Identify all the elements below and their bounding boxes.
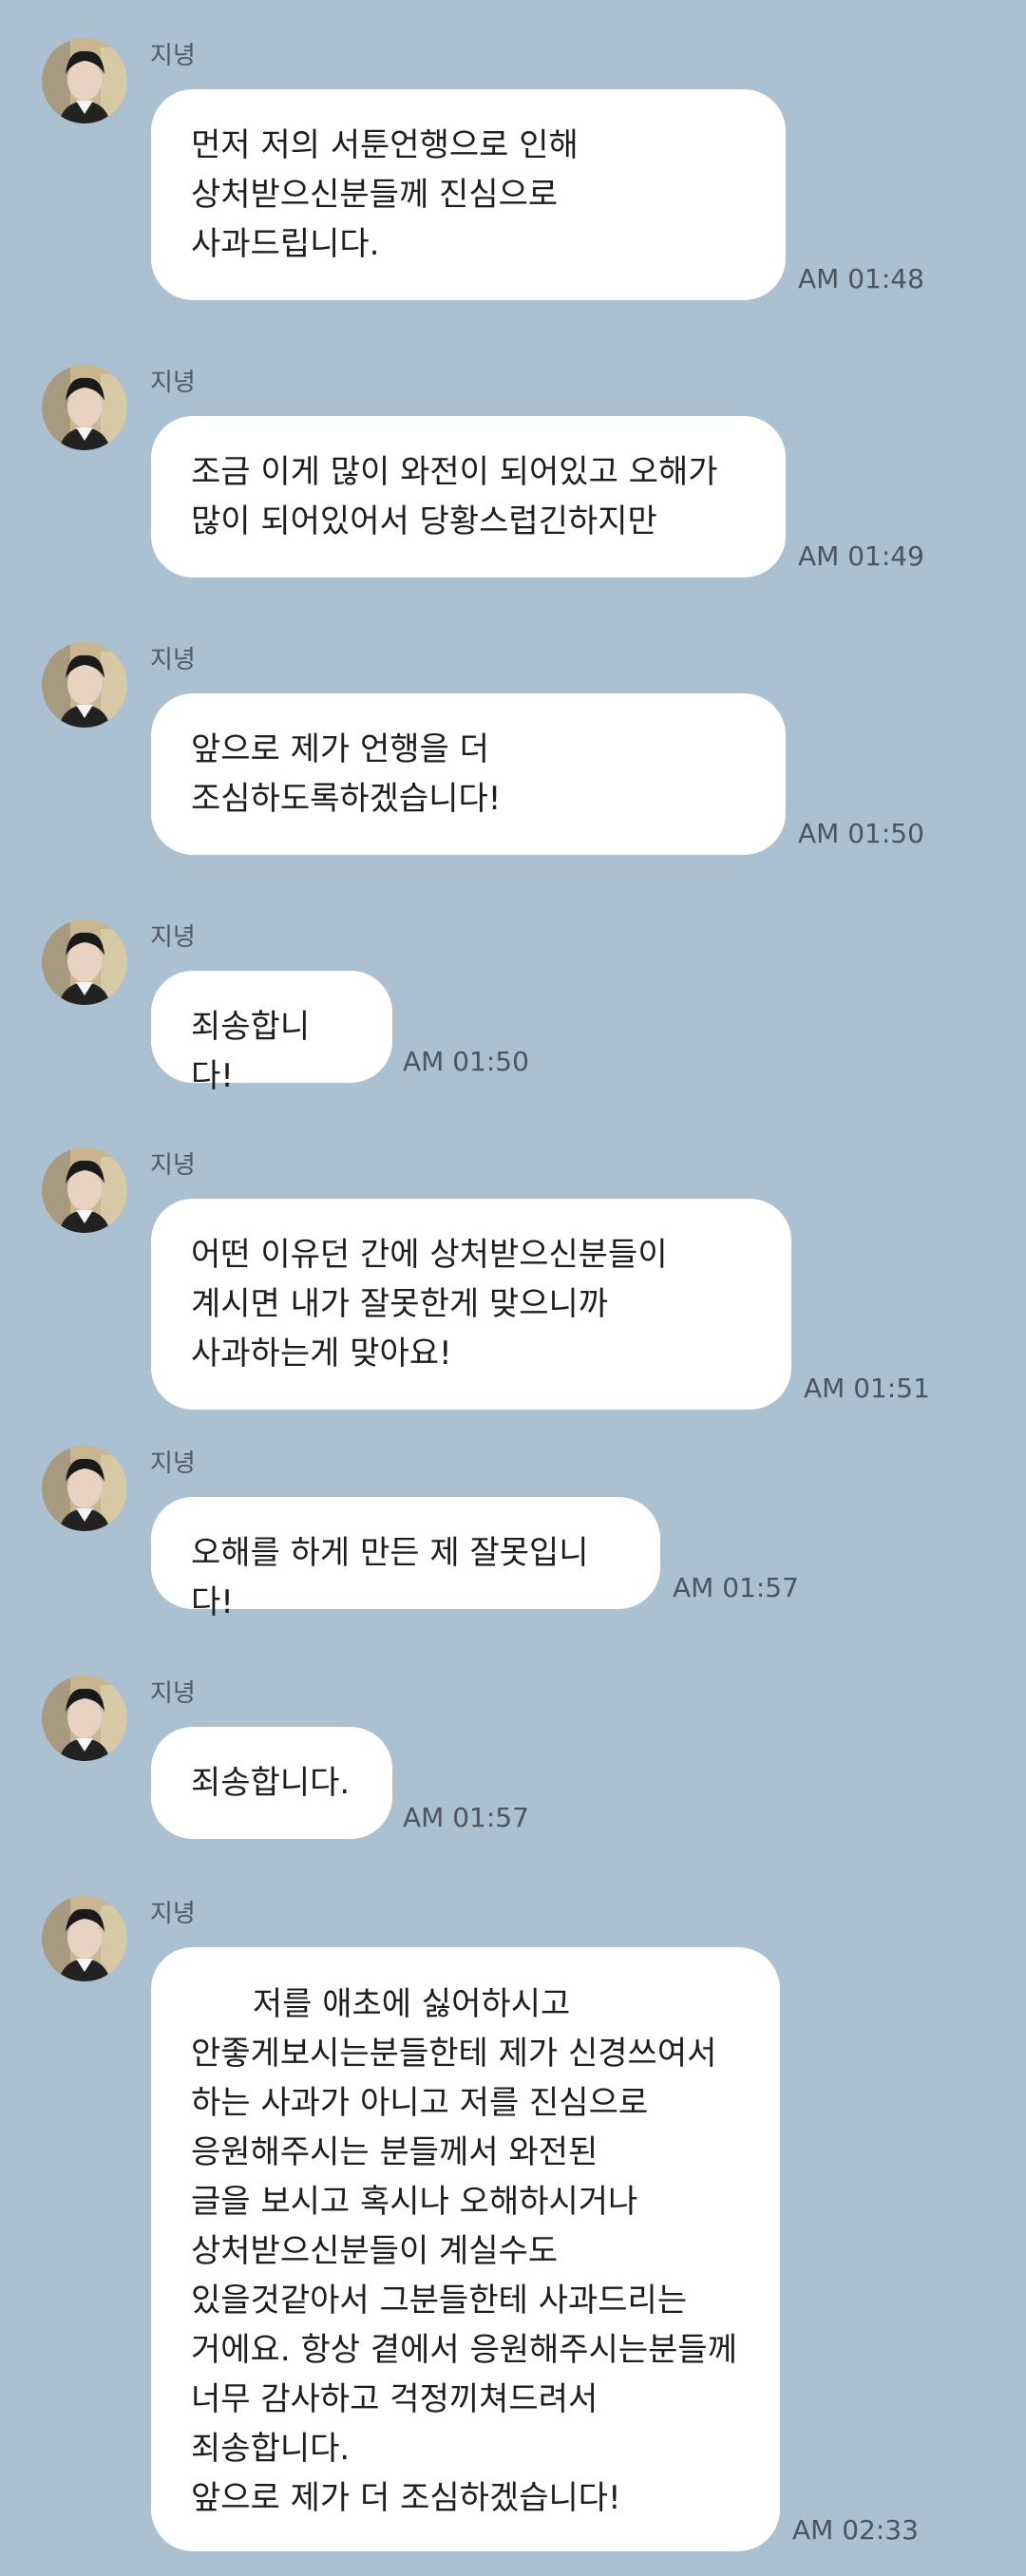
profile-photo-icon bbox=[42, 365, 127, 450]
message-timestamp: AM 01:51 bbox=[804, 1373, 930, 1404]
message-timestamp: AM 01:48 bbox=[798, 263, 924, 294]
profile-photo-icon bbox=[42, 1446, 127, 1531]
sender-name: 지녕 bbox=[150, 1151, 196, 1180]
message-bubble[interactable]: 어떤 이유던 간에 상처받으신분들이 계시면 내가 잘못한게 맞으니까 사과하는… bbox=[151, 1199, 791, 1410]
avatar[interactable] bbox=[42, 1147, 127, 1233]
message-bubble[interactable]: 저를 애초에 싫어하시고 안좋게보시는분들한테 제가 신경쓰여서 하는 사과가 … bbox=[151, 1947, 780, 2551]
avatar[interactable] bbox=[42, 1896, 127, 1981]
message-bubble[interactable]: 오해를 하게 만든 제 잘못입니다! bbox=[151, 1497, 660, 1621]
avatar[interactable] bbox=[42, 642, 127, 728]
sender-name: 지녕 bbox=[150, 42, 196, 70]
message-timestamp: AM 01:57 bbox=[673, 1572, 799, 1603]
profile-photo-icon bbox=[42, 1676, 127, 1761]
profile-photo-icon bbox=[42, 1147, 127, 1233]
message-timestamp: AM 01:50 bbox=[798, 818, 924, 849]
message-bubble[interactable]: 죄송합니다. bbox=[151, 1727, 392, 1839]
message-bubble[interactable]: 먼저 저의 서툰언행으로 인해 상처받으신분들께 진심으로 사과드립니다. bbox=[151, 89, 786, 300]
sender-name: 지녕 bbox=[150, 646, 196, 674]
message-timestamp: AM 01:57 bbox=[403, 1802, 529, 1833]
avatar[interactable] bbox=[42, 365, 127, 450]
avatar[interactable] bbox=[42, 38, 127, 123]
avatar[interactable] bbox=[42, 919, 127, 1005]
profile-photo-icon bbox=[42, 38, 127, 123]
message-bubble[interactable]: 죄송합니다! bbox=[151, 971, 392, 1095]
sender-name: 지녕 bbox=[150, 369, 196, 397]
sender-name: 지녕 bbox=[150, 923, 196, 952]
message-bubble[interactable]: 조금 이게 많이 와전이 되어있고 오해가 많이 되어있어서 당황스럽긴하지만 bbox=[151, 416, 786, 578]
chat-screen: { "messages": [ {"sender": "지녕", "text":… bbox=[0, 0, 1026, 2576]
profile-photo-icon bbox=[42, 642, 127, 728]
profile-photo-icon bbox=[42, 1896, 127, 1981]
message-timestamp: AM 01:49 bbox=[798, 540, 924, 572]
profile-photo-icon bbox=[42, 919, 127, 1005]
message-bubble[interactable]: 앞으로 제가 언행을 더 조심하도록하겠습니다! bbox=[151, 693, 786, 855]
avatar[interactable] bbox=[42, 1676, 127, 1761]
message-timestamp: AM 01:50 bbox=[403, 1046, 529, 1077]
avatar[interactable] bbox=[42, 1446, 127, 1531]
sender-name: 지녕 bbox=[150, 1900, 196, 1928]
sender-name: 지녕 bbox=[150, 1679, 196, 1708]
message-timestamp: AM 02:33 bbox=[792, 2514, 919, 2546]
sender-name: 지녕 bbox=[150, 1449, 196, 1478]
